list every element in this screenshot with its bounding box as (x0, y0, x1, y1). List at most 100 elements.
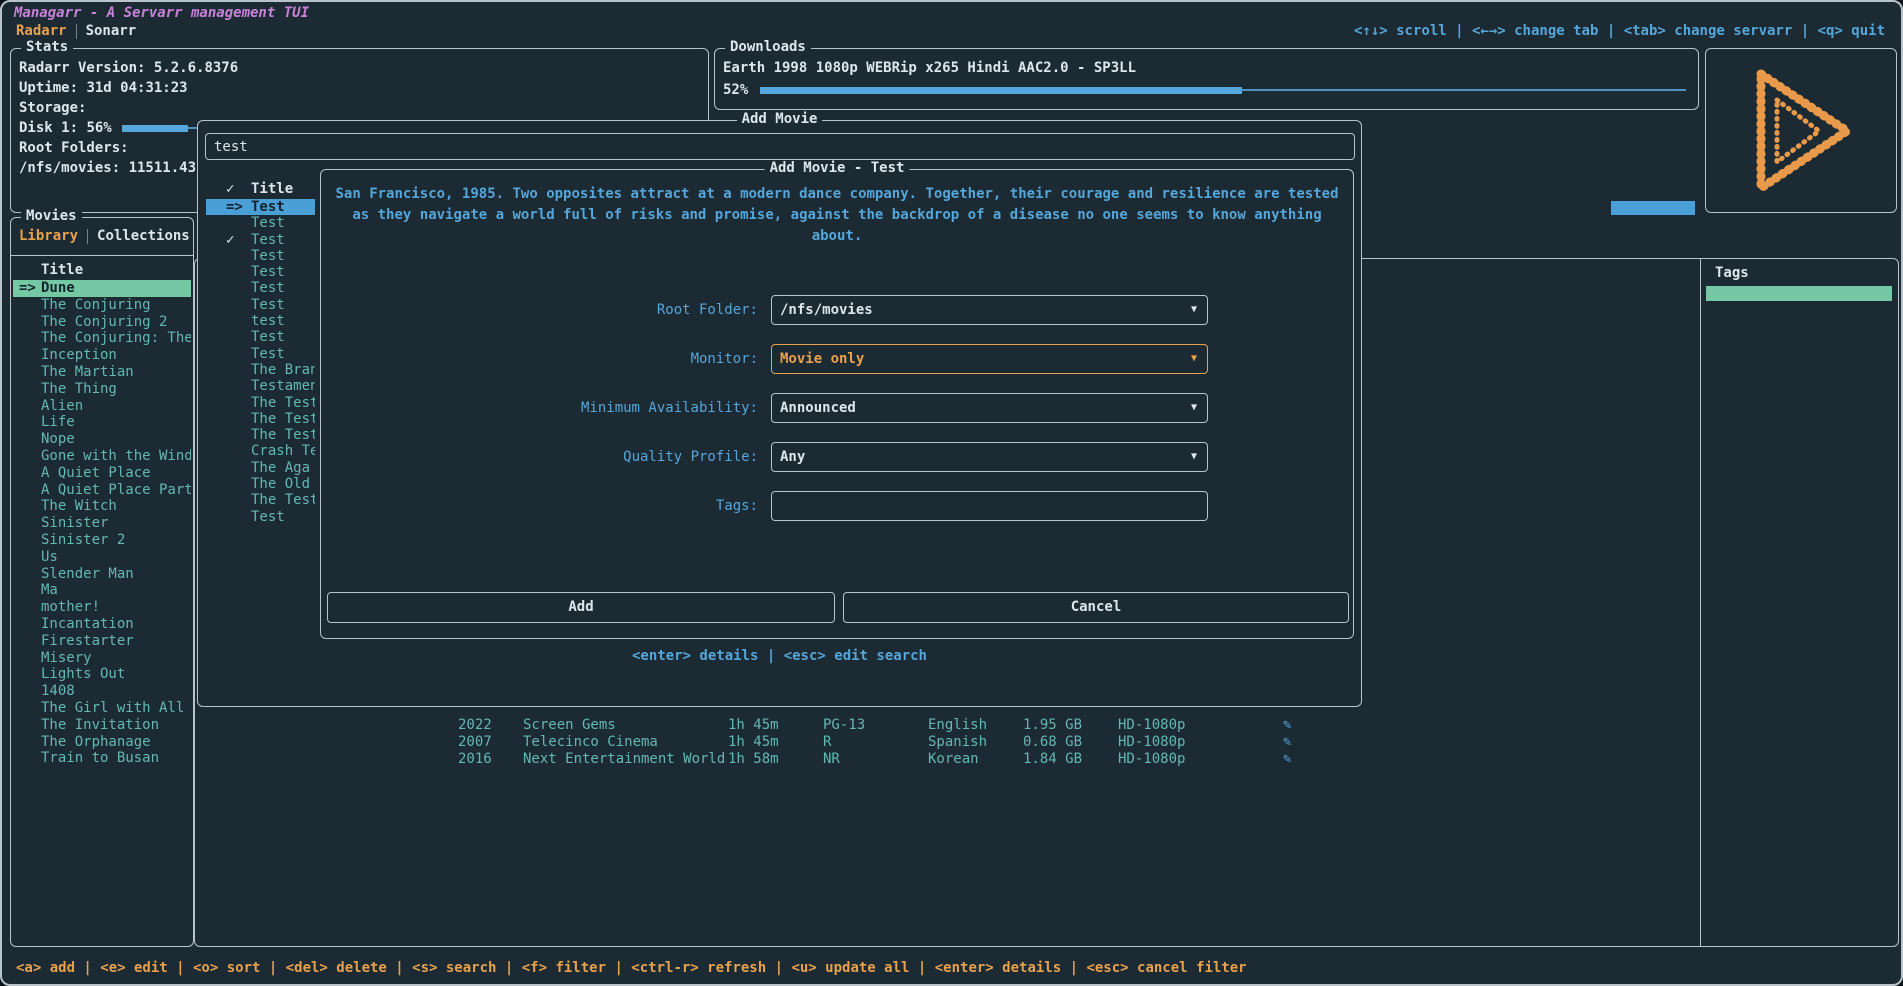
result-row[interactable]: Test (206, 248, 315, 264)
download-item[interactable]: Earth 1998 1080p WEBRip x265 Hindi AAC2.… (723, 57, 1690, 79)
movie-row[interactable]: The Invitation (13, 717, 191, 734)
result-title: test (251, 313, 285, 329)
movie-row[interactable]: Us (13, 549, 191, 566)
result-row[interactable]: The Test (206, 492, 315, 508)
tab-separator (76, 24, 77, 39)
selection-marker (19, 532, 41, 549)
movie-row[interactable]: Train to Busan (13, 750, 191, 767)
add-button[interactable]: Add (327, 592, 835, 623)
form-row-quality-profile: Quality Profile: Any ▼ (321, 442, 1353, 472)
result-row[interactable]: The Old (206, 476, 315, 492)
edit-icon[interactable]: ✎ (1283, 751, 1291, 768)
minimum-availability-select[interactable]: Announced ▼ (771, 393, 1208, 423)
movie-row[interactable]: mother! (13, 599, 191, 616)
selection-marker (19, 582, 41, 599)
tags-label: Tags: (321, 491, 758, 521)
minimum-availability-label: Minimum Availability: (321, 393, 758, 423)
result-row[interactable]: Test (206, 264, 315, 280)
cancel-button-label: Cancel (1071, 599, 1122, 615)
result-row[interactable]: Test (206, 329, 315, 345)
movie-row[interactable]: 1408 (13, 683, 191, 700)
movie-row[interactable]: Alien (13, 398, 191, 415)
tab-radarr[interactable]: Radarr (16, 23, 67, 39)
movie-row[interactable]: The Conjuring (13, 297, 191, 314)
movie-row[interactable]: Gone with the Wind (13, 448, 191, 465)
movie-row[interactable]: Lights Out (13, 666, 191, 683)
movie-row[interactable]: Sinister (13, 515, 191, 532)
movie-title: A Quiet Place Part II (41, 482, 191, 499)
result-row[interactable]: The Test (206, 427, 315, 443)
result-row[interactable]: The Test (206, 411, 315, 427)
download-progress: 52% (723, 79, 1690, 101)
result-row[interactable]: Crash Te (206, 443, 315, 459)
movie-title: mother! (41, 599, 100, 616)
movie-title: The Invitation (41, 717, 159, 734)
edit-icon[interactable]: ✎ (1283, 734, 1291, 751)
movies-tabs: Library Collections (19, 228, 190, 244)
movie-row[interactable]: The Girl with All the (13, 700, 191, 717)
movie-row[interactable]: A Quiet Place Part II (13, 482, 191, 499)
movie-row[interactable]: The Witch (13, 498, 191, 515)
tags-input[interactable] (771, 491, 1208, 521)
movie-row[interactable]: Ma (13, 582, 191, 599)
add-button-label: Add (568, 599, 593, 615)
table-row[interactable]: 2016 Next Entertainment World 1h 58m NR … (195, 751, 1688, 768)
movie-row[interactable]: Slender Man (13, 566, 191, 583)
monitor-select[interactable]: Movie only ▼ (771, 344, 1208, 374)
movie-row[interactable]: Incantation (13, 616, 191, 633)
movie-row[interactable]: Sinister 2 (13, 532, 191, 549)
result-row[interactable]: The Aga (206, 460, 315, 476)
result-row[interactable]: test (206, 313, 315, 329)
quality-profile-select[interactable]: Any ▼ (771, 442, 1208, 472)
movie-row[interactable]: Misery (13, 650, 191, 667)
table-row[interactable]: 2022 Screen Gems 1h 45m PG-13 English 1.… (195, 717, 1688, 734)
result-row[interactable]: Test (206, 280, 315, 296)
movie-size: 1.84 GB (1023, 751, 1082, 768)
tab-library[interactable]: Library (19, 228, 78, 244)
edit-icon[interactable]: ✎ (1283, 717, 1291, 734)
result-row[interactable]: The Bran (206, 362, 315, 378)
movie-row[interactable]: The Thing (13, 381, 191, 398)
selection-marker (19, 683, 41, 700)
result-row[interactable]: The Test (206, 395, 315, 411)
movie-search-input[interactable] (205, 133, 1355, 160)
result-title: The Test (251, 395, 315, 411)
movie-row[interactable]: A Quiet Place (13, 465, 191, 482)
movie-row[interactable]: The Conjuring 2 (13, 314, 191, 331)
result-row[interactable]: Test (206, 346, 315, 362)
selection-marker (19, 482, 41, 499)
result-marker (226, 362, 251, 378)
result-title: Test (251, 509, 285, 525)
root-folder-select[interactable]: /nfs/movies ▼ (771, 295, 1208, 325)
result-row[interactable]: Test (206, 215, 315, 231)
movie-row[interactable]: The Martian (13, 364, 191, 381)
result-row[interactable]: Test (206, 297, 315, 313)
tab-collections[interactable]: Collections (97, 228, 190, 244)
selection-marker (19, 717, 41, 734)
movie-row[interactable]: Inception (13, 347, 191, 364)
movie-studio: Next Entertainment World (523, 751, 725, 768)
result-row[interactable]: => Test (206, 199, 315, 215)
movie-row[interactable]: Firestarter (13, 633, 191, 650)
movie-row[interactable]: => Dune (13, 280, 191, 297)
result-marker (226, 476, 251, 492)
result-row[interactable]: ✓ Test (206, 232, 315, 248)
result-marker (226, 329, 251, 345)
uptime: Uptime: 31d 04:31:23 (19, 78, 700, 98)
cancel-button[interactable]: Cancel (843, 592, 1349, 623)
movie-year: 2016 (458, 751, 492, 768)
form-row-root-folder: Root Folder: /nfs/movies ▼ (321, 295, 1353, 325)
movie-row[interactable]: Nope (13, 431, 191, 448)
movie-language: English (928, 717, 987, 734)
table-row[interactable]: 2007 Telecinco Cinema 1h 45m R Spanish 0… (195, 734, 1688, 751)
quality-profile-value: Any (780, 449, 805, 465)
movie-certification: PG-13 (823, 717, 865, 734)
movie-row[interactable]: The Orphanage (13, 734, 191, 751)
movie-row[interactable]: Life (13, 414, 191, 431)
result-row[interactable]: Test (206, 509, 315, 525)
movie-row[interactable]: The Conjuring: The De (13, 330, 191, 347)
root-folder-value: /nfs/movies (780, 302, 873, 318)
result-row[interactable]: Testamen (206, 378, 315, 394)
result-marker (226, 378, 251, 394)
tab-sonarr[interactable]: Sonarr (86, 23, 137, 39)
